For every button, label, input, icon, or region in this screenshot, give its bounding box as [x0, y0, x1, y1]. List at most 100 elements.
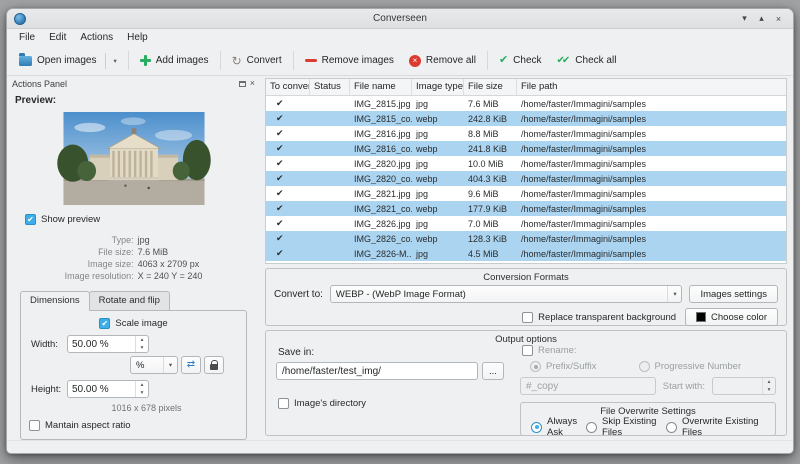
overwrite-existing-radio[interactable] [665, 421, 677, 433]
height-spinner[interactable]: ▴ ▾ [67, 380, 149, 398]
show-preview-option[interactable]: ✔ Show preview [25, 214, 252, 225]
folder-open-icon [19, 53, 32, 66]
header-file-size[interactable]: File size [464, 79, 517, 95]
show-preview-checkbox[interactable]: ✔ [25, 214, 36, 225]
row-check-icon[interactable]: ✔ [272, 233, 288, 243]
reset-dimensions-button[interactable]: ⇄ [181, 356, 201, 374]
maintain-aspect-option[interactable]: ✔ Mantain aspect ratio [27, 420, 240, 431]
check-button[interactable]: ✔ Check [492, 51, 549, 70]
choose-color-button[interactable]: Choose color [685, 308, 778, 326]
save-path-input[interactable] [276, 362, 478, 380]
image-size-value: 4063 x 2709 px [137, 259, 200, 269]
actions-panel-title: Actions Panel [12, 78, 68, 89]
close-button[interactable]: × [771, 11, 786, 26]
header-file-path[interactable]: File path [517, 79, 786, 95]
table-row[interactable]: ✔ IMG_2820_co... webp 404.3 KiB /home/fa… [266, 171, 786, 186]
always-ask-radio[interactable] [531, 421, 542, 433]
titlebar[interactable]: Converseen ▾ ▴ × [7, 9, 793, 29]
skip-existing-radio[interactable] [586, 421, 598, 433]
row-check-icon[interactable]: ✔ [272, 218, 288, 228]
add-images-button[interactable]: Add images [133, 51, 216, 70]
toolbar-separator [219, 51, 221, 70]
images-directory-label: Image's directory [294, 398, 367, 409]
row-check-icon[interactable]: ✔ [272, 143, 288, 153]
tab-rotate-flip[interactable]: Rotate and flip [88, 291, 170, 310]
table-row[interactable]: ✔ IMG_2821_co... webp 177.9 KiB /home/fa… [266, 201, 786, 216]
header-to-convert[interactable]: To convert [266, 79, 310, 95]
replace-background-checkbox[interactable]: ✔ [522, 311, 534, 323]
maximize-button[interactable]: ▴ [754, 11, 769, 26]
cell-image-type: jpg [416, 98, 429, 109]
table-row[interactable]: ✔ IMG_2826-M... jpg 4.5 MiB /home/faster… [266, 246, 786, 261]
check-all-button[interactable]: ✔✔ Check all [550, 51, 624, 70]
table-row[interactable]: ✔ IMG_2816.jpg jpg 8.8 MiB /home/faster/… [266, 126, 786, 141]
minimize-button[interactable]: ▾ [737, 11, 752, 26]
format-combobox[interactable]: WEBP - (WebP Image Format) ▾ [329, 285, 683, 303]
row-check-icon[interactable]: ✔ [272, 158, 288, 168]
maintain-aspect-checkbox[interactable]: ✔ [29, 420, 40, 431]
table-row[interactable]: ✔ IMG_2820.jpg jpg 10.0 MiB /home/faster… [266, 156, 786, 171]
remove-all-button[interactable]: × Remove all [402, 51, 483, 71]
images-settings-button[interactable]: Images settings [689, 285, 778, 303]
spin-down-icon[interactable]: ▾ [136, 344, 148, 352]
remove-images-button[interactable]: Remove images [298, 51, 401, 70]
replace-background-label: Replace transparent background [538, 311, 677, 323]
status-bar [7, 440, 793, 453]
open-images-dropdown-icon[interactable]: ▾ [113, 57, 116, 65]
row-check-icon[interactable]: ✔ [272, 113, 288, 123]
menu-edit[interactable]: Edit [42, 30, 73, 45]
images-directory-option[interactable]: ✔ Image's directory [278, 398, 504, 409]
cell-file-path: /home/faster/Immagini/samples [521, 98, 647, 109]
overwrite-existing-option[interactable]: Overwrite Existing Files [665, 416, 765, 438]
scale-image-option[interactable]: ✔ Scale image [99, 318, 168, 329]
height-input[interactable] [68, 381, 135, 397]
row-check-icon[interactable]: ✔ [272, 188, 288, 198]
cell-file-name: IMG_2815.jpg [354, 98, 411, 109]
row-check-icon[interactable]: ✔ [272, 128, 288, 138]
rename-option[interactable]: ✔ Rename: [522, 345, 776, 356]
skip-existing-option[interactable]: Skip Existing Files [586, 416, 666, 438]
lock-icon [210, 360, 218, 370]
progressive-number-label: Progressive Number [654, 361, 742, 372]
spin-up-icon[interactable]: ▴ [136, 336, 148, 344]
header-status[interactable]: Status [310, 79, 350, 95]
tab-dimensions[interactable]: Dimensions [20, 291, 90, 311]
dock-float-icon[interactable] [238, 80, 246, 87]
menu-file[interactable]: File [12, 30, 42, 45]
browse-button[interactable]: ... [482, 362, 504, 380]
cell-file-size: 177.9 KiB [468, 203, 508, 214]
scale-image-checkbox[interactable]: ✔ [99, 318, 111, 329]
spin-down-icon[interactable]: ▾ [136, 389, 148, 397]
images-directory-checkbox[interactable]: ✔ [278, 398, 289, 409]
replace-background-option[interactable]: ✔ Replace transparent background [522, 311, 677, 323]
row-check-icon[interactable]: ✔ [272, 173, 288, 183]
table-row[interactable]: ✔ IMG_2826.jpg jpg 7.0 MiB /home/faster/… [266, 216, 786, 231]
unit-combobox[interactable]: % ▾ [130, 356, 178, 374]
always-ask-option[interactable]: Always Ask [531, 416, 586, 438]
file-overwrite-title: File Overwrite Settings [600, 406, 696, 417]
table-row[interactable]: ✔ IMG_2826_co... webp 128.3 KiB /home/fa… [266, 231, 786, 246]
table-row[interactable]: ✔ IMG_2816_co... webp 241.8 KiB /home/fa… [266, 141, 786, 156]
cell-file-path: /home/faster/Immagini/samples [521, 113, 647, 124]
menu-actions[interactable]: Actions [73, 30, 120, 45]
dock-close-icon[interactable]: × [250, 79, 255, 88]
spin-up-icon[interactable]: ▴ [136, 381, 148, 389]
header-file-name[interactable]: File name [350, 79, 412, 95]
menu-help[interactable]: Help [120, 30, 155, 45]
table-row[interactable]: ✔ IMG_2815.jpg jpg 7.6 MiB /home/faster/… [266, 96, 786, 111]
table-row[interactable]: ✔ IMG_2815_co... webp 242.8 KiB /home/fa… [266, 111, 786, 126]
open-images-button[interactable]: Open images ▾ [12, 49, 124, 73]
lock-ratio-button[interactable] [204, 356, 224, 374]
rename-checkbox[interactable]: ✔ [522, 345, 533, 356]
table-row[interactable]: ✔ IMG_2821.jpg jpg 9.6 MiB /home/faster/… [266, 186, 786, 201]
row-check-icon[interactable]: ✔ [272, 203, 288, 213]
scale-image-label: Scale image [115, 318, 168, 329]
row-check-icon[interactable]: ✔ [272, 98, 288, 108]
header-image-type[interactable]: Image type [412, 79, 464, 95]
output-options-title: Output options [495, 334, 557, 345]
convert-button[interactable]: ↻ Convert [225, 51, 289, 71]
width-spinner[interactable]: ▴ ▾ [67, 335, 149, 353]
row-check-icon[interactable]: ✔ [272, 248, 288, 258]
cell-image-type: webp [416, 113, 438, 124]
width-input[interactable] [68, 336, 135, 352]
